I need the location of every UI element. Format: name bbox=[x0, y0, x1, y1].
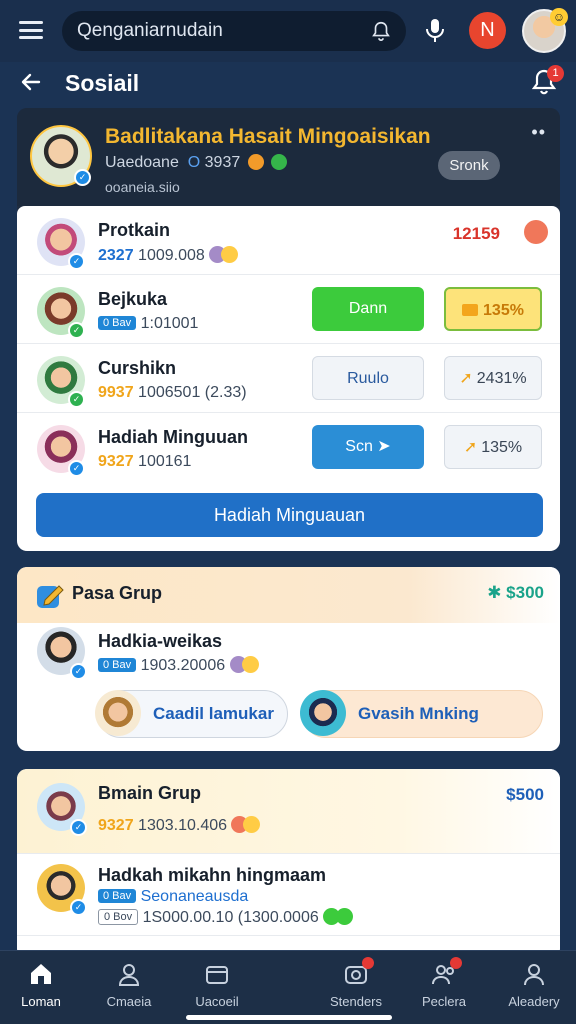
nav-item-wallet[interactable]: Uacoeil bbox=[177, 961, 257, 1009]
card-subtitle: Uaedoane O 3937 bbox=[105, 154, 288, 172]
avatar bbox=[95, 690, 141, 736]
verified-icon: ✓ bbox=[68, 253, 85, 270]
divider bbox=[17, 935, 560, 936]
verified-icon: ✓ bbox=[70, 819, 87, 836]
nav-item-home[interactable]: Loman bbox=[1, 961, 81, 1009]
list-item[interactable]: ✓ Hadiah Minguuan 9327 100161 Scn ➤ ➚ 135… bbox=[17, 413, 560, 482]
group-action-button[interactable]: Gvasih Mnking bbox=[300, 690, 543, 738]
nav-item-people[interactable]: Peclera bbox=[404, 957, 484, 1009]
bell-icon[interactable] bbox=[370, 20, 392, 42]
mic-icon[interactable] bbox=[424, 18, 446, 44]
camera-icon bbox=[345, 957, 374, 984]
emoji-icon bbox=[221, 246, 239, 263]
card-header: ✓ Badlitakana Hasait Mingoaisikan Uaedoa… bbox=[17, 108, 560, 206]
verified-icon: ✓ bbox=[68, 460, 85, 477]
card-title: Badlitakana Hasait Mingoaisikan bbox=[105, 125, 431, 148]
coin-icon: O bbox=[183, 154, 201, 171]
percent-pill[interactable]: 135% bbox=[444, 287, 542, 331]
account-badge[interactable]: N bbox=[469, 12, 506, 49]
group-header bbox=[17, 769, 560, 853]
percent-pill[interactable]: ➚ 135% bbox=[444, 425, 542, 469]
trophy-icon bbox=[247, 154, 264, 170]
verified-icon: ✓ bbox=[70, 663, 87, 680]
member-stats: 0 Bav 1903.20006 bbox=[98, 656, 259, 675]
fire-icon bbox=[524, 220, 548, 244]
home-indicator bbox=[186, 1015, 392, 1020]
verified-icon: ✓ bbox=[68, 391, 85, 408]
group-card: ✓ Bmain Grup $500 9327 1303.10.406 ✓ Had… bbox=[17, 769, 560, 959]
member-stats: 0 Bav 1:01001 bbox=[98, 315, 198, 333]
emoji-icon: ☺ bbox=[550, 8, 568, 26]
weekly-reward-card: ✓ Badlitakana Hasait Mingoaisikan Uaedoa… bbox=[17, 108, 560, 551]
menu-icon[interactable] bbox=[19, 21, 43, 39]
list-item[interactable]: ✓ Curshikn 9937 1006501 (2.33) Ruulo ➚ 24… bbox=[17, 344, 560, 413]
star-icon: ✱ bbox=[487, 583, 507, 602]
search-value: Qenganiarnudain bbox=[77, 20, 223, 41]
member-stats: 9327 100161 bbox=[98, 453, 192, 470]
emoji-icon bbox=[336, 908, 354, 925]
group-stats: 9327 1303.10.406 bbox=[98, 816, 261, 835]
list-item[interactable]: ✓ Bejkuka 0 Bav 1:01001 Dann 135% bbox=[17, 275, 560, 344]
gem-icon bbox=[271, 154, 288, 170]
member-name: Curshikn bbox=[98, 358, 177, 378]
verified-icon: ✓ bbox=[68, 322, 85, 339]
verified-icon: ✓ bbox=[74, 169, 91, 186]
percent-pill[interactable]: ➚ 2431% bbox=[444, 356, 542, 400]
profile-icon bbox=[524, 964, 544, 986]
page-title: Sosiail bbox=[65, 70, 140, 96]
member-name: Hadkia-weikas bbox=[98, 631, 223, 651]
notification-count: 1 bbox=[547, 65, 564, 82]
back-arrow-icon[interactable] bbox=[19, 70, 43, 94]
action-pill[interactable]: Ruulo bbox=[312, 356, 424, 400]
list-item[interactable]: ✓ Protkain 2327 1009.008 12159 bbox=[17, 206, 560, 275]
weekly-reward-button[interactable]: Hadiah Minguauan bbox=[36, 493, 543, 537]
bottom-nav: Loman Cmaeia Uacoeil Stenders Peclera Al… bbox=[0, 950, 576, 1024]
nav-item-profile[interactable]: Aleadery bbox=[494, 961, 574, 1009]
like-icon: ➤ bbox=[372, 438, 391, 455]
arrow-up-icon: ➚ bbox=[459, 370, 473, 387]
nav-item-camera[interactable]: Stenders bbox=[316, 957, 396, 1009]
member-sub: 0 Bav Seonaneausda bbox=[98, 888, 248, 906]
group-action-button[interactable]: Caadil lamukar bbox=[95, 690, 288, 738]
member-stats: 2327 1009.008 bbox=[98, 246, 239, 265]
card-meta: ooaneia.siio bbox=[105, 179, 180, 195]
nav-item-person[interactable]: Cmaeia bbox=[89, 961, 169, 1009]
group-amount: ✱ $300 bbox=[487, 583, 544, 602]
people-icon bbox=[432, 957, 462, 985]
notification-button[interactable]: 1 bbox=[530, 65, 564, 96]
group-card: Pasa Grup ✱ $300 ✓ Hadkia-weikas 0 Bav 1… bbox=[17, 567, 560, 751]
avatar bbox=[300, 690, 346, 736]
top-bar: Qenganiarnudain N ☺ bbox=[0, 0, 576, 62]
pencil-icon bbox=[37, 585, 64, 608]
member-stats: 0 Bov 1S000.00.10 (1300.0006 bbox=[98, 908, 354, 927]
verified-icon: ✓ bbox=[70, 899, 87, 916]
member-name: Hadiah Minguuan bbox=[98, 427, 248, 447]
member-name: Bejkuka bbox=[98, 289, 168, 309]
divider bbox=[17, 853, 560, 854]
home-icon bbox=[31, 964, 51, 984]
group-title: Pasa Grup bbox=[72, 583, 163, 603]
emoji-icon bbox=[241, 656, 259, 673]
score-value: 12159 bbox=[452, 224, 500, 243]
card-action-button[interactable]: Sronk bbox=[438, 151, 500, 180]
action-pill[interactable]: Dann bbox=[312, 287, 424, 331]
member-name: Protkain bbox=[98, 220, 171, 240]
leaderboard-list: ✓ Protkain 2327 1009.008 12159 ✓ Bejkuka… bbox=[17, 206, 560, 551]
group-title: Bmain Grup bbox=[98, 783, 202, 803]
member-stats: 9937 1006501 (2.33) bbox=[98, 384, 247, 401]
coin-icon bbox=[462, 304, 479, 316]
arrow-up-icon: ➚ bbox=[463, 439, 478, 456]
page-header: Sosiail 1 bbox=[0, 62, 576, 106]
action-pill[interactable]: Scn ➤ bbox=[312, 425, 424, 469]
emoji-icon bbox=[243, 816, 261, 833]
member-name: Hadkah mikahn hingmaam bbox=[98, 865, 327, 885]
person-icon bbox=[118, 964, 140, 986]
search-input[interactable]: Qenganiarnudain bbox=[62, 11, 406, 51]
wallet-icon bbox=[206, 966, 228, 984]
more-options-icon[interactable]: •• bbox=[531, 122, 546, 143]
avatar[interactable]: ☺ bbox=[522, 8, 568, 53]
group-amount: $500 bbox=[506, 785, 544, 804]
